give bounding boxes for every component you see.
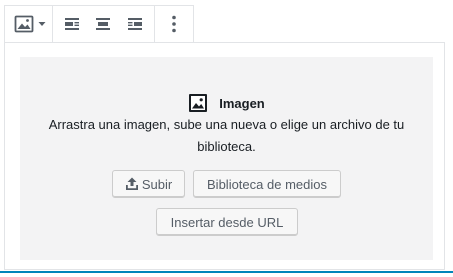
alignment-group (53, 6, 155, 42)
block-toolbar (4, 5, 194, 42)
insert-from-url-button-label: Insertar desde URL (170, 214, 284, 230)
upload-button-label: Subir (141, 176, 173, 192)
chevron-down-icon (38, 21, 46, 27)
placeholder-instructions: Arrastra una imagen, sube una nueva o el… (48, 117, 405, 154)
align-left-button[interactable] (57, 6, 87, 42)
block-switcher-button[interactable] (5, 6, 52, 42)
focus-indicator-line (0, 271, 453, 273)
image-icon (14, 14, 34, 34)
more-options-group (155, 6, 193, 42)
image-icon (188, 93, 208, 113)
upload-icon (125, 177, 139, 191)
align-center-button[interactable] (88, 6, 118, 42)
align-right-icon (127, 17, 143, 31)
align-center-icon (95, 17, 111, 31)
placeholder-title-text: Imagen (219, 95, 265, 111)
upload-button[interactable]: Subir (112, 170, 185, 198)
block-switcher-group (5, 6, 53, 42)
ellipsis-vertical-icon (172, 15, 176, 33)
more-options-button[interactable] (155, 6, 193, 42)
image-block: Imagen Arrastra una imagen, sube una nue… (4, 42, 445, 270)
media-library-button[interactable]: Biblioteca de medios (193, 170, 341, 198)
image-placeholder: Imagen Arrastra una imagen, sube una nue… (20, 57, 433, 260)
align-right-button[interactable] (120, 6, 150, 42)
insert-from-url-button[interactable]: Insertar desde URL (156, 208, 298, 236)
media-library-button-label: Biblioteca de medios (207, 176, 327, 192)
align-left-icon (64, 17, 80, 31)
placeholder-title: Imagen (20, 93, 433, 113)
